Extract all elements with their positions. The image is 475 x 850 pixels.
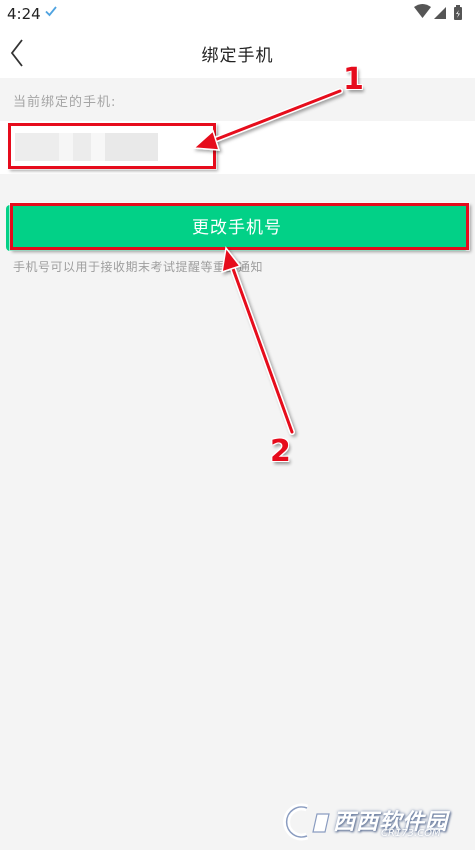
- signal-icon: [434, 7, 446, 19]
- annotation-number-2: 2: [270, 434, 291, 469]
- watermark: 西西软件园 CR173.COM: [277, 802, 469, 842]
- current-phone-row: [0, 121, 475, 174]
- change-phone-button[interactable]: 更改手机号: [6, 205, 468, 251]
- status-time: 4:24: [7, 5, 41, 23]
- wifi-icon: [414, 4, 431, 18]
- arrow-2: [229, 263, 295, 435]
- masked-phone-number: [15, 133, 158, 161]
- check-icon: [45, 6, 57, 17]
- hint-text: 手机号可以用于接收期末考试提醒等重要通知: [13, 260, 264, 274]
- status-icons: [414, 4, 462, 20]
- current-phone-label: 当前绑定的手机:: [13, 95, 117, 110]
- page-title: 绑定手机: [201, 46, 274, 66]
- status-bar: 4:24: [0, 0, 475, 28]
- app-header: 绑定手机: [0, 28, 475, 78]
- watermark-sub: CR173.COM: [381, 828, 441, 839]
